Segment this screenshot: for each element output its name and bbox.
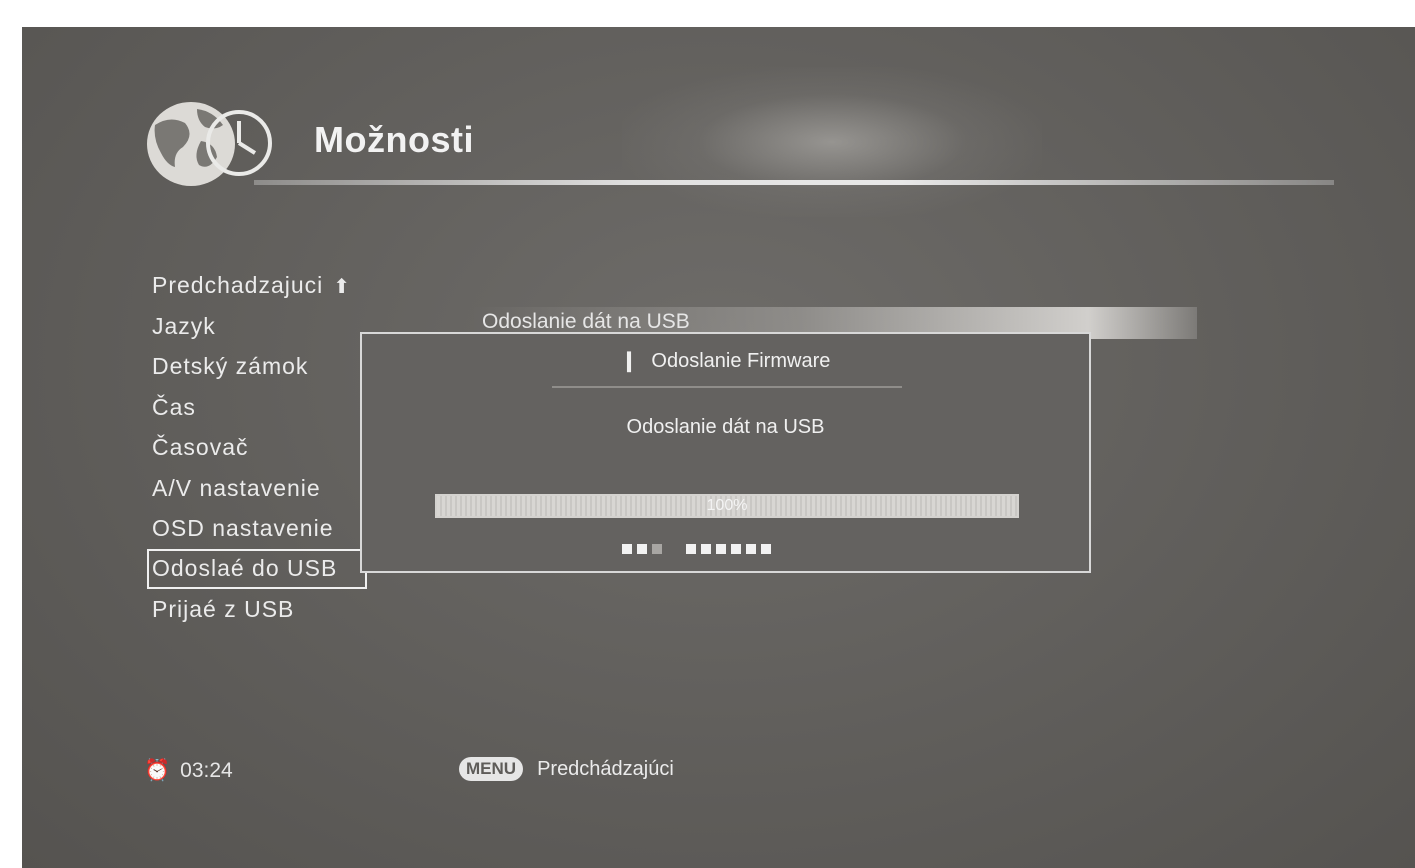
menu-item-parental-lock[interactable]: Detský zámok xyxy=(147,346,387,387)
progress-bar: 100% xyxy=(435,494,1019,518)
clock-icon: ⏰ xyxy=(144,759,171,782)
loading-dot xyxy=(716,544,726,554)
menu-item-label: OSD nastavenie xyxy=(152,515,334,541)
menu-item-label: Odoslaé do USB xyxy=(152,554,338,581)
loading-dot xyxy=(761,544,771,554)
menu-item-osd-settings[interactable]: OSD nastavenie xyxy=(147,508,387,549)
loading-gap xyxy=(667,544,681,554)
options-menu: Predchadzajuci ⬆ Jazyk Detský zámok Čas Č… xyxy=(147,265,387,630)
loading-dot xyxy=(746,544,756,554)
dialog-title: ❙ Odoslanie Firmware xyxy=(362,348,1089,373)
menu-item-label: A/V nastavenie xyxy=(152,474,321,501)
clock: ⏰ 03:24 xyxy=(144,759,233,783)
header-glow xyxy=(622,67,1042,217)
firmware-upload-dialog: ❙ Odoslanie Firmware Odoslanie dát na USB… xyxy=(360,332,1091,573)
menu-hint-label: Predchádzajúci xyxy=(537,757,674,780)
loading-indicator xyxy=(622,544,771,556)
dialog-title-text: Odoslanie Firmware xyxy=(651,350,831,372)
menu-item-time[interactable]: Čas xyxy=(147,387,387,428)
menu-key-button[interactable]: MENU xyxy=(459,757,524,781)
up-arrow-icon: ⬆ xyxy=(333,276,352,298)
menu-item-language[interactable]: Jazyk xyxy=(147,306,387,347)
loading-dot xyxy=(731,544,741,554)
menu-item-previous[interactable]: Predchadzajuci ⬆ xyxy=(147,265,387,306)
loading-dot xyxy=(686,544,696,554)
menu-item-label: Jazyk xyxy=(152,312,216,339)
progress-label: 100% xyxy=(706,497,748,514)
page-title: Možnosti xyxy=(314,119,474,160)
submenu-item-label: Odoslanie dát na USB xyxy=(482,310,690,333)
loading-dot xyxy=(701,544,711,554)
loading-dot xyxy=(652,544,662,554)
menu-item-timer[interactable]: Časovač xyxy=(147,427,387,468)
title-underline xyxy=(254,180,1334,185)
loading-dot xyxy=(622,544,632,554)
menu-hint: MENU Predchádzajúci xyxy=(459,757,674,781)
menu-item-label: Časovač xyxy=(152,434,249,460)
menu-item-receive-from-usb[interactable]: Prijaé z USB xyxy=(147,589,387,630)
globe-clock-icon xyxy=(147,102,272,186)
dialog-divider xyxy=(552,386,902,388)
loading-dot xyxy=(637,544,647,554)
menu-item-label: Predchadzajuci xyxy=(152,272,324,298)
menu-item-label: Čas xyxy=(152,393,196,420)
dialog-message: Odoslanie dát na USB xyxy=(626,416,825,438)
menu-item-label: Prijaé z USB xyxy=(152,596,295,622)
info-icon: ❙ xyxy=(620,350,638,372)
clock-time: 03:24 xyxy=(180,759,233,782)
menu-item-av-settings[interactable]: A/V nastavenie xyxy=(147,468,387,509)
menu-item-label: Detský zámok xyxy=(152,353,309,379)
tv-screen: Možnosti Predchadzajuci ⬆ Jazyk Detský zá… xyxy=(22,27,1415,868)
menu-item-send-to-usb[interactable]: Odoslaé do USB xyxy=(147,548,367,589)
